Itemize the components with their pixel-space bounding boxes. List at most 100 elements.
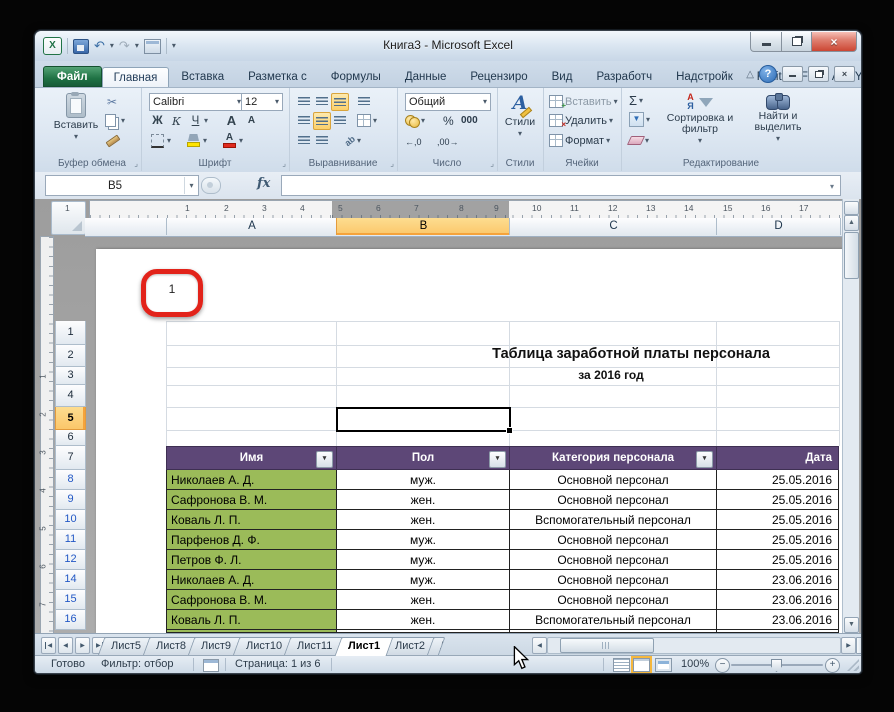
alignment-dialog-launcher-icon[interactable]: ⌟ bbox=[390, 159, 394, 168]
font-color-dropdown-icon[interactable]: ▾ bbox=[239, 137, 243, 145]
borders-button[interactable] bbox=[149, 132, 166, 149]
normal-view-button[interactable] bbox=[613, 658, 630, 672]
row-header[interactable]: 12 bbox=[55, 550, 86, 570]
cell-category[interactable]: Основной персонал bbox=[509, 550, 716, 570]
merge-center-button[interactable] bbox=[355, 112, 372, 129]
workbook-close-button[interactable]: × bbox=[834, 66, 855, 82]
row-header[interactable]: 2 bbox=[55, 345, 86, 367]
bold-button[interactable]: Ж bbox=[149, 112, 166, 129]
cell-name[interactable]: Парфенов Д. Ф. bbox=[166, 530, 336, 550]
row-header[interactable]: 15 bbox=[55, 590, 86, 610]
fill-color-button[interactable] bbox=[185, 132, 202, 149]
formula-input[interactable]: ▾ bbox=[281, 175, 841, 196]
cell-category[interactable]: Основной персонал bbox=[509, 490, 716, 510]
clipboard-dialog-launcher-icon[interactable]: ⌟ bbox=[134, 159, 138, 168]
column-header[interactable]: C bbox=[509, 218, 718, 235]
align-top-button[interactable] bbox=[295, 93, 312, 110]
hscroll-right-button[interactable]: ▶ bbox=[841, 637, 856, 654]
filter-button[interactable]: ▾ bbox=[316, 451, 333, 468]
decrease-indent-button[interactable] bbox=[295, 132, 312, 149]
increase-indent-button[interactable] bbox=[313, 132, 330, 149]
insert-cells-button[interactable]: + Вставить ▾ bbox=[549, 93, 618, 110]
fill-handle[interactable] bbox=[506, 427, 513, 434]
column-header[interactable]: A bbox=[166, 218, 338, 235]
first-sheet-button[interactable]: ◀ bbox=[41, 637, 56, 654]
format-painter-button[interactable] bbox=[105, 132, 121, 149]
ribbon-tab[interactable]: Главная bbox=[101, 67, 170, 87]
cell-name[interactable]: Сафронова В. М. bbox=[166, 590, 336, 610]
align-bottom-button[interactable] bbox=[331, 93, 349, 111]
fill-color-dropdown-icon[interactable]: ▾ bbox=[203, 137, 207, 145]
cell-date[interactable]: 25.05.2016 bbox=[716, 490, 839, 510]
clear-button[interactable]: ▾ bbox=[626, 132, 649, 149]
cell-date[interactable]: 25.05.2016 bbox=[716, 530, 839, 550]
cell-name[interactable]: Коваль Л. П. bbox=[166, 510, 336, 530]
hscroll-left-button[interactable]: ◀ bbox=[532, 637, 547, 654]
cell-date[interactable]: 23.06.2016 bbox=[716, 570, 839, 590]
selected-cell-b5[interactable] bbox=[336, 407, 513, 434]
align-right-button[interactable] bbox=[331, 112, 348, 129]
orientation-dropdown-icon[interactable]: ▾ bbox=[357, 137, 361, 145]
filter-button[interactable]: ▾ bbox=[489, 451, 506, 468]
sort-filter-button[interactable]: АЯ Сортировка и фильтр ▾ bbox=[663, 93, 737, 145]
styles-button[interactable]: A Стили ▾ bbox=[502, 92, 538, 138]
ribbon-tab[interactable]: Данные bbox=[393, 66, 459, 87]
cell-gender[interactable]: жен. bbox=[336, 510, 509, 530]
sheet-tab[interactable]: Лист1 bbox=[334, 637, 394, 656]
header-name[interactable]: Имя ▾ bbox=[166, 446, 336, 470]
vertical-scroll-thumb[interactable] bbox=[844, 232, 859, 279]
delete-cells-button[interactable]: × Удалить ▾ bbox=[549, 112, 613, 129]
row-header[interactable]: 3 bbox=[55, 367, 86, 385]
cell-category[interactable]: Вспомогательный персонал bbox=[509, 510, 716, 530]
horizontal-scroll-thumb[interactable] bbox=[560, 638, 654, 653]
name-box[interactable]: B5 ▾ bbox=[45, 175, 199, 196]
scroll-down-button[interactable]: ▼ bbox=[844, 617, 859, 633]
copy-button[interactable]: ▾ bbox=[105, 112, 125, 129]
header-category[interactable]: Категория персонала ▾ bbox=[509, 446, 716, 470]
cell-gender[interactable]: жен. bbox=[336, 610, 509, 630]
split-handle[interactable] bbox=[844, 201, 859, 215]
merge-dropdown-icon[interactable]: ▾ bbox=[373, 117, 377, 125]
underline-dropdown-icon[interactable]: ▾ bbox=[204, 117, 208, 125]
italic-button[interactable]: К bbox=[168, 112, 185, 129]
prev-sheet-button[interactable]: ◀ bbox=[58, 637, 73, 654]
cell-gender[interactable]: муж. bbox=[336, 550, 509, 570]
underline-button[interactable]: Ч bbox=[187, 112, 204, 129]
tab-split-handle[interactable] bbox=[856, 637, 861, 654]
accounting-format-button[interactable]: ▾ bbox=[405, 112, 425, 129]
wrap-text-button[interactable] bbox=[355, 93, 372, 110]
align-left-button[interactable] bbox=[295, 112, 312, 129]
shrink-font-button[interactable]: A bbox=[243, 112, 260, 129]
sheet-title[interactable]: Таблица заработной платы персонала bbox=[425, 346, 837, 362]
number-dialog-launcher-icon[interactable]: ⌟ bbox=[490, 159, 494, 168]
zoom-out-button[interactable]: − bbox=[715, 658, 730, 673]
cell-name[interactable]: Петров Ф. Л. bbox=[166, 550, 336, 570]
cell-category[interactable]: Основной персонал bbox=[509, 530, 716, 550]
expand-formula-bar-icon[interactable]: ▾ bbox=[830, 182, 834, 191]
ribbon-tab[interactable]: Рецензиро bbox=[458, 66, 539, 87]
header-date[interactable]: Дата bbox=[716, 446, 839, 470]
cell-name[interactable]: Сафронова В. М. bbox=[166, 490, 336, 510]
row-header[interactable]: 10 bbox=[55, 510, 86, 530]
row-header[interactable]: 7 bbox=[55, 446, 86, 470]
ribbon-tab[interactable]: Формулы bbox=[319, 66, 393, 87]
cell-name[interactable]: Николаев А. Д. bbox=[166, 470, 336, 490]
cell-category[interactable]: Основной персонал bbox=[509, 590, 716, 610]
row-header[interactable]: 14 bbox=[55, 570, 86, 590]
workbook-restore-button[interactable] bbox=[808, 66, 829, 82]
font-name-combo[interactable]: Calibri ▾ bbox=[149, 93, 245, 111]
minimize-button[interactable] bbox=[750, 32, 782, 52]
number-format-combo[interactable]: Общий ▾ bbox=[405, 93, 491, 111]
cell-name[interactable]: Коваль Л. П. bbox=[166, 610, 336, 630]
workbook-minimize-button[interactable] bbox=[782, 66, 803, 82]
cell-gender[interactable]: муж. bbox=[336, 570, 509, 590]
cell-name[interactable]: Николаев А. Д. bbox=[166, 570, 336, 590]
close-button[interactable]: × bbox=[812, 32, 857, 52]
row-header[interactable]: 16 bbox=[55, 610, 86, 630]
cell-category[interactable]: Основной персонал bbox=[509, 570, 716, 590]
row-header[interactable]: 9 bbox=[55, 490, 86, 510]
comma-style-button[interactable]: 000 bbox=[461, 112, 478, 129]
filter-button[interactable]: ▾ bbox=[696, 451, 713, 468]
cell-date[interactable]: 25.05.2016 bbox=[716, 550, 839, 570]
ribbon-tab[interactable]: Файл bbox=[43, 66, 102, 87]
